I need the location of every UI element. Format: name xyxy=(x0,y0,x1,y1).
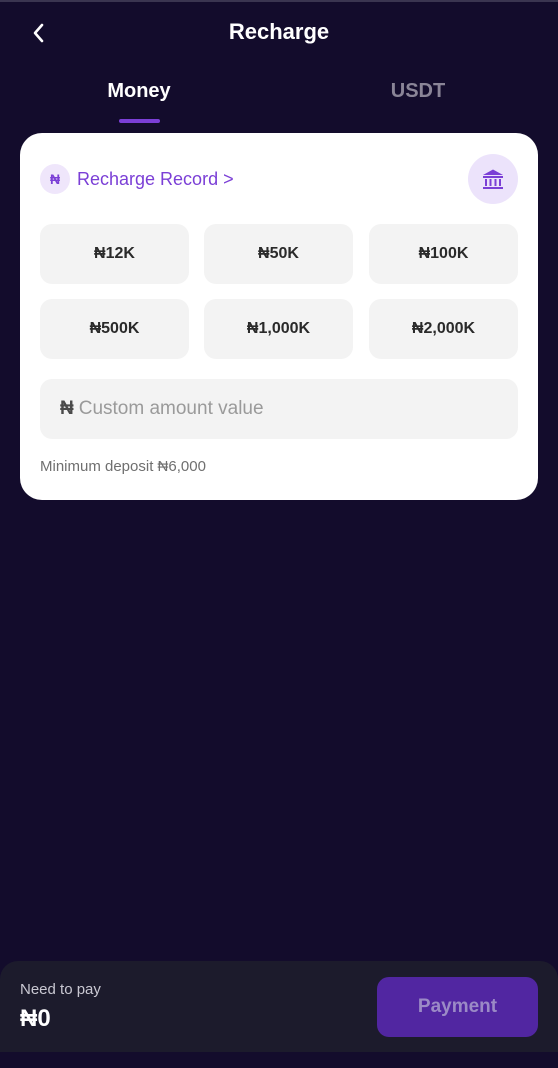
bank-icon xyxy=(483,169,503,189)
naira-icon: ₦ xyxy=(40,164,70,194)
bank-button[interactable] xyxy=(468,154,518,204)
amount-option-1000k[interactable]: ₦1,000K xyxy=(204,299,353,359)
page-title: Recharge xyxy=(228,19,330,44)
amount-option-12k[interactable]: ₦12K xyxy=(40,224,189,284)
tab-usdt[interactable]: USDT xyxy=(348,80,488,103)
tab-bar: Money USDT xyxy=(0,70,558,126)
custom-amount-placeholder: Custom amount value xyxy=(78,398,264,419)
header: Recharge xyxy=(0,0,558,64)
naira-prefix: ₦ xyxy=(60,398,74,419)
recharge-card: ₦ Recharge Record > ₦12K ₦50K ₦100K ₦500… xyxy=(20,133,538,500)
payment-button[interactable]: Payment xyxy=(377,977,538,1037)
bottom-strip xyxy=(0,1052,558,1068)
amount-option-500k[interactable]: ₦500K xyxy=(40,299,189,359)
need-to-pay-label: Need to pay xyxy=(20,981,101,998)
payment-footer: Need to pay ₦0 Payment xyxy=(0,961,558,1052)
amount-option-2000k[interactable]: ₦2,000K xyxy=(369,299,518,359)
recharge-record-link[interactable]: ₦ Recharge Record > xyxy=(40,164,234,194)
active-tab-indicator xyxy=(119,119,160,123)
recharge-record-label: Recharge Record > xyxy=(77,168,234,189)
custom-amount-input[interactable]: ₦ Custom amount value xyxy=(40,379,518,439)
amount-option-100k[interactable]: ₦100K xyxy=(369,224,518,284)
need-to-pay-amount: ₦0 xyxy=(20,1005,51,1032)
tab-money[interactable]: Money xyxy=(69,80,209,103)
amount-option-50k[interactable]: ₦50K xyxy=(204,224,353,284)
minimum-deposit-note: Minimum deposit ₦6,000 xyxy=(40,458,206,475)
